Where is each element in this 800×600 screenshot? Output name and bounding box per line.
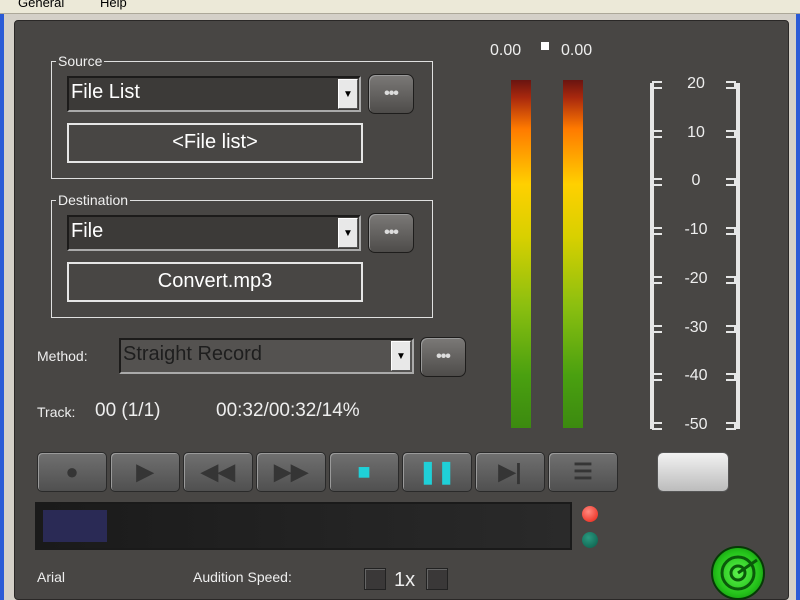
skip-icon: ▶| (498, 459, 522, 484)
skip-button[interactable]: ▶| (475, 452, 545, 492)
method-select-value: Straight Record (123, 343, 262, 365)
source-select[interactable]: File List ▼ (67, 76, 361, 112)
list-icon: ☰ (573, 459, 593, 484)
scale-tick (652, 324, 662, 333)
scale-label: -10 (684, 221, 708, 239)
scale-tick (652, 227, 662, 236)
left-level-readout: 0.00 (490, 42, 522, 59)
progress-fill (43, 510, 107, 542)
fast-forward-button[interactable]: ▶▶ (256, 452, 326, 492)
method-select[interactable]: Straight Record ▼ (119, 338, 414, 374)
rewind-button[interactable]: ◀◀ (183, 452, 253, 492)
scale-tick (726, 275, 736, 284)
scale-tick (726, 81, 736, 89)
scale-right-rail (736, 83, 740, 429)
scale-tick (726, 129, 736, 138)
audition-speed-label: Audition Speed: (193, 569, 292, 585)
scale-tick (652, 275, 662, 284)
scale-tick (726, 324, 736, 333)
stop-icon: ■ (357, 459, 371, 484)
track-time: 00:32/00:32/14% (216, 400, 360, 421)
chevron-down-icon[interactable]: ▼ (391, 341, 411, 371)
track-label: Track: (37, 404, 76, 420)
list-button[interactable]: ☰ (548, 452, 618, 492)
scale-label: -20 (684, 269, 708, 287)
destination-browse-button[interactable]: ••• (368, 213, 414, 253)
menu-bar: General Help (0, 0, 800, 14)
record-button[interactable]: ● (37, 452, 107, 492)
scale-tick (726, 373, 736, 382)
method-options-button[interactable]: ••• (420, 337, 466, 377)
track-value: 00 (1/1) (95, 400, 161, 421)
stop-button[interactable]: ■ (329, 452, 399, 492)
scale-tick (726, 227, 736, 236)
radar-status-icon (711, 546, 765, 600)
scale-tick (726, 178, 736, 187)
scale-label: -50 (684, 415, 708, 433)
right-level-meter (563, 80, 583, 428)
progress-bar[interactable] (35, 502, 572, 550)
source-browse-button[interactable]: ••• (368, 74, 414, 114)
scale-tick (652, 81, 662, 89)
speed-decrease-button[interactable] (364, 568, 386, 590)
scale-tick (726, 421, 736, 430)
scale-tick (652, 421, 662, 430)
scale-tick (652, 178, 662, 187)
play-button[interactable]: ▶ (110, 452, 180, 492)
speed-increase-button[interactable] (426, 568, 448, 590)
blank-action-button[interactable] (657, 452, 729, 492)
scale-label: 0 (691, 172, 701, 190)
scale-label: -40 (684, 367, 708, 385)
audition-speed-value: 1x (394, 569, 416, 591)
scale-tick (652, 129, 662, 138)
font-name-label: Arial (37, 569, 66, 585)
destination-select[interactable]: File ▼ (67, 215, 361, 251)
scale-label: 10 (687, 123, 705, 141)
menu-general[interactable]: General (18, 0, 64, 10)
pause-icon: ❚❚ (418, 459, 456, 484)
scale-label: -30 (684, 318, 708, 336)
source-value-box: <File list> (67, 123, 363, 163)
right-level-readout: 0.00 (561, 42, 593, 59)
play-icon: ▶ (136, 459, 154, 484)
rewind-icon: ◀◀ (201, 459, 235, 484)
source-group-title: Source (56, 53, 105, 69)
record-led-icon (582, 506, 598, 522)
fast-forward-icon: ▶▶ (274, 459, 308, 484)
left-level-meter (511, 80, 531, 428)
scale-tick (652, 373, 662, 382)
status-led-icon (582, 532, 598, 548)
source-select-value: File List (71, 81, 140, 103)
menu-help[interactable]: Help (100, 0, 127, 10)
chevron-down-icon[interactable]: ▼ (338, 79, 358, 109)
scale-label: 20 (687, 75, 705, 92)
chevron-down-icon[interactable]: ▼ (338, 218, 358, 248)
destination-group-title: Destination (56, 192, 131, 208)
record-icon: ● (65, 459, 79, 484)
meter-link-indicator (541, 42, 549, 50)
destination-value-box: Convert.mp3 (67, 262, 363, 302)
destination-select-value: File (71, 220, 104, 242)
pause-button[interactable]: ❚❚ (402, 452, 472, 492)
method-label: Method: (37, 348, 88, 364)
